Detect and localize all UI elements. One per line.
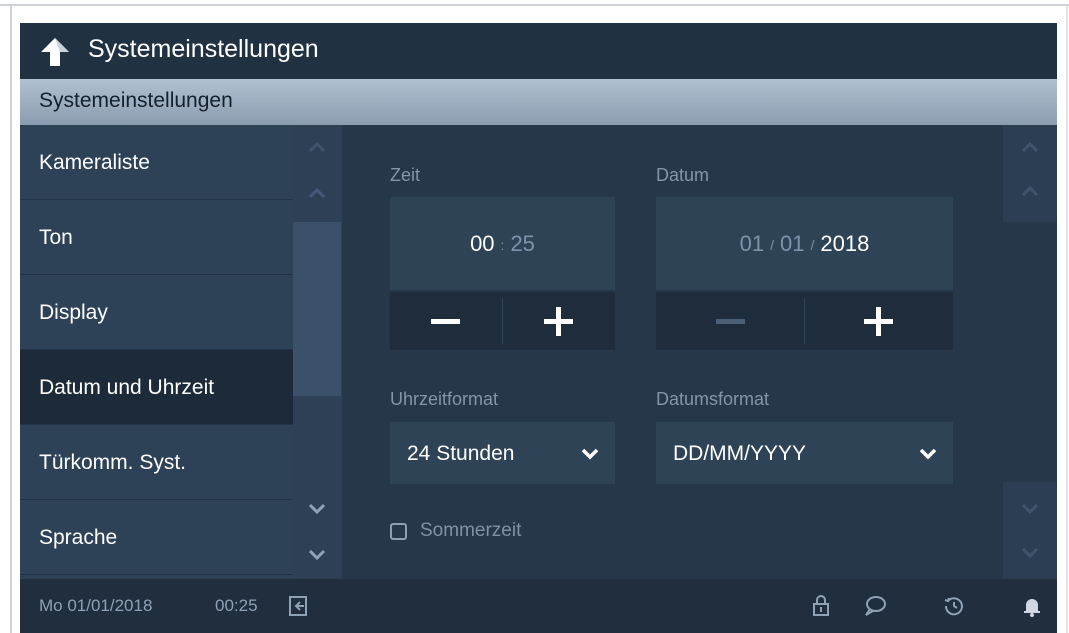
back-arrow-icon[interactable]	[38, 35, 72, 69]
section-header: Systemeinstellungen	[20, 79, 1057, 125]
time-decrement-button[interactable]	[390, 292, 502, 350]
history-icon[interactable]	[942, 594, 966, 618]
content-scrollbar[interactable]	[1003, 125, 1057, 579]
date-display[interactable]: 01 / 01 / 2018	[656, 197, 953, 290]
date-decrement-button[interactable]	[656, 292, 804, 350]
sidebar-menu: Kameraliste Ton Display Datum und Uhrzei…	[20, 125, 293, 579]
time-format-value: 24 Stunden	[407, 442, 515, 465]
date-month[interactable]: 01	[780, 231, 804, 256]
bell-icon[interactable]	[1020, 594, 1044, 618]
page-up-icon[interactable]	[305, 185, 329, 203]
sidebar-item-tuerkomm[interactable]: Türkomm. Syst.	[20, 425, 293, 500]
time-label: Zeit	[390, 165, 421, 185]
time-format-dropdown[interactable]: 24 Stunden	[390, 422, 615, 484]
page-down-icon[interactable]	[305, 499, 329, 517]
sommerzeit-label[interactable]: Sommerzeit	[420, 520, 521, 542]
date-increment-button[interactable]	[805, 292, 953, 350]
sidebar-item-sprache[interactable]: Sprache	[20, 500, 293, 575]
sidebar-item-datum-und-uhrzeit[interactable]: Datum und Uhrzeit	[20, 350, 293, 425]
date-format-value: DD/MM/YYYY	[673, 442, 807, 465]
frame-right-border	[1066, 6, 1068, 633]
message-icon[interactable]	[863, 594, 887, 618]
page-down-icon[interactable]	[1018, 499, 1042, 517]
status-bar: Mo 01/01/2018 00:25	[20, 579, 1057, 633]
date-separator-1: /	[770, 236, 775, 253]
date-year[interactable]: 2018	[820, 231, 869, 256]
settings-panel: Zeit 00:25 Datum 01 / 01 / 2018 Uhrzeitforma…	[342, 125, 1003, 579]
sidebar-item-display[interactable]: Display	[20, 275, 293, 350]
time-format-label: Uhrzeitformat	[390, 389, 499, 409]
scroll-track	[1003, 222, 1057, 482]
title-bar: Systemeinstellungen	[20, 23, 1057, 79]
sidebar-item-ton[interactable]: Ton	[20, 200, 293, 275]
app-title: Systemeinstellungen	[88, 35, 319, 63]
date-format-label: Datumsformat	[656, 389, 770, 409]
status-date: Mo 01/01/2018	[39, 596, 153, 615]
chevron-down-icon	[919, 448, 937, 460]
page-up-icon[interactable]	[1018, 183, 1042, 201]
scroll-down-icon[interactable]	[305, 545, 329, 563]
time-separator: :	[500, 236, 505, 253]
device-screen: Systemeinstellungen Systemeinstellungen …	[20, 23, 1057, 633]
lock-icon[interactable]	[809, 594, 833, 618]
date-label: Datum	[656, 165, 710, 185]
date-separator-2: /	[810, 236, 815, 253]
time-minutes[interactable]: 25	[510, 231, 534, 256]
sidebar-scrollbar[interactable]	[293, 125, 342, 579]
scroll-down-icon[interactable]	[1018, 543, 1042, 561]
scroll-up-icon[interactable]	[305, 139, 329, 157]
sommerzeit-checkbox[interactable]	[390, 523, 407, 540]
date-stepper	[656, 292, 953, 350]
chevron-down-icon	[581, 448, 599, 460]
date-format-dropdown[interactable]: DD/MM/YYYY	[656, 422, 953, 484]
time-increment-button[interactable]	[503, 292, 615, 350]
time-display[interactable]: 00:25	[390, 197, 615, 290]
time-stepper	[390, 292, 615, 350]
time-hours[interactable]: 00	[470, 231, 494, 256]
scroll-thumb[interactable]	[293, 222, 341, 396]
frame-left-border	[10, 6, 12, 633]
section-title: Systemeinstellungen	[39, 89, 233, 112]
status-time: 00:25	[215, 596, 258, 615]
frame-top-border	[0, 4, 1069, 6]
scroll-up-icon[interactable]	[1018, 139, 1042, 157]
logout-icon[interactable]	[287, 594, 311, 618]
date-day[interactable]: 01	[740, 231, 764, 256]
sidebar-item-kameraliste[interactable]: Kameraliste	[20, 125, 293, 200]
